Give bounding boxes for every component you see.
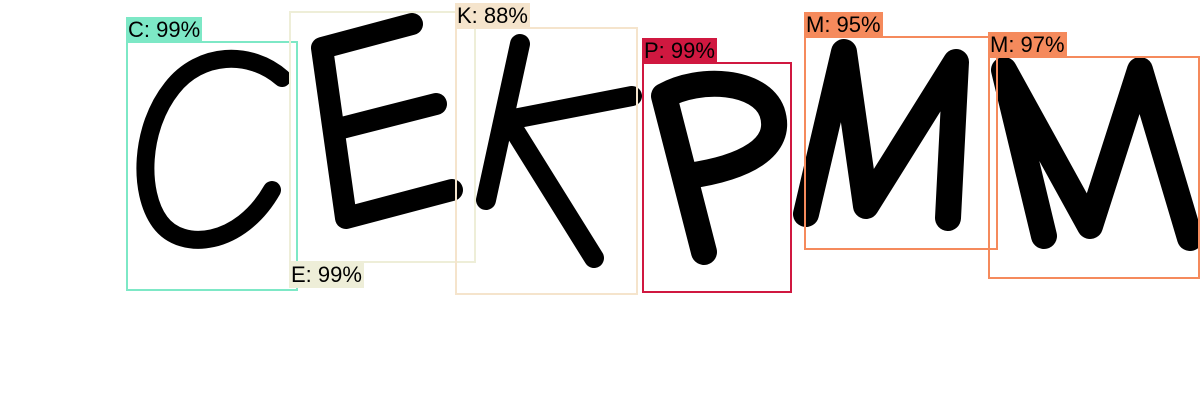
detection-label-k: K: 88% — [455, 3, 530, 29]
detection-box-e — [289, 11, 476, 263]
detection-label-e: E: 99% — [289, 262, 364, 288]
detection-label-m1: M: 95% — [804, 12, 883, 38]
detection-label-p: P: 99% — [642, 38, 717, 64]
detection-box-m1 — [804, 36, 998, 250]
detection-label-c: C: 99% — [126, 17, 203, 43]
detection-box-m2 — [988, 56, 1200, 279]
detection-box-p — [642, 62, 792, 293]
detection-box-k — [455, 27, 638, 295]
detection-box-c — [126, 41, 298, 291]
detection-label-m2: M: 97% — [988, 32, 1067, 58]
